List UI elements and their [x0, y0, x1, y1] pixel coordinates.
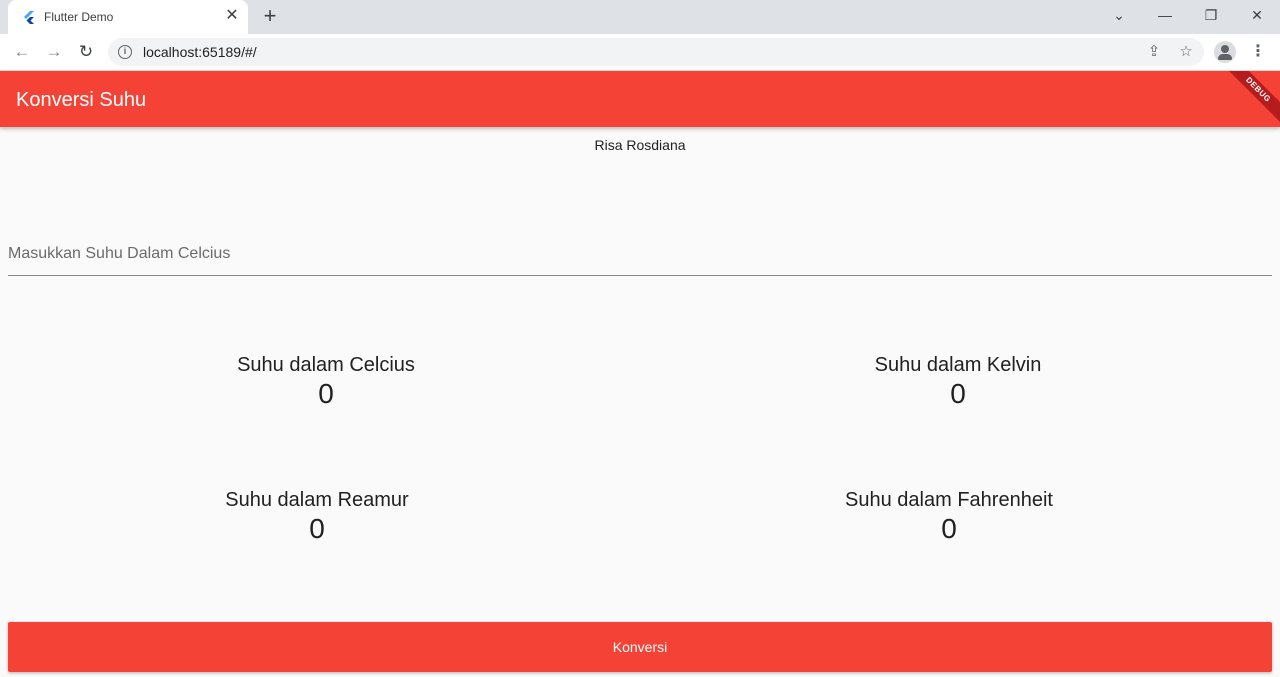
result-kelvin-value: 0: [950, 378, 966, 409]
result-celcius: Suhu dalam Celcius 0: [126, 353, 526, 411]
result-kelvin: Suhu dalam Kelvin 0: [758, 353, 1158, 411]
result-reamur-label: Suhu dalam Reamur: [225, 489, 409, 511]
reload-icon[interactable]: ↻: [74, 40, 98, 64]
result-reamur-value: 0: [309, 513, 325, 544]
close-window-icon[interactable]: ✕: [1234, 0, 1280, 32]
new-tab-icon[interactable]: +: [258, 5, 282, 29]
flutter-icon: [22, 10, 36, 24]
back-icon[interactable]: ←: [10, 40, 34, 64]
result-kelvin-label: Suhu dalam Kelvin: [874, 354, 1042, 376]
tab-search-icon[interactable]: ⌄: [1096, 0, 1142, 32]
url-text[interactable]: localhost:65189/#/: [143, 44, 257, 60]
konversi-button[interactable]: Konversi: [8, 622, 1272, 672]
debug-banner: DEBUG: [1217, 71, 1280, 127]
app-title: Konversi Suhu: [16, 89, 147, 111]
celcius-input-field[interactable]: [8, 236, 1272, 276]
result-fahrenheit-value: 0: [941, 513, 957, 544]
celcius-input[interactable]: [8, 236, 1272, 272]
browser-tab[interactable]: Flutter Demo ✕: [8, 0, 248, 34]
result-celcius-value: 0: [318, 378, 334, 409]
result-celcius-label: Suhu dalam Celcius: [237, 354, 415, 376]
minimize-icon[interactable]: —: [1142, 0, 1188, 32]
tab-close-icon[interactable]: ✕: [222, 6, 242, 26]
browser-toolbar: ← → ↻ i localhost:65189/#/ ⇪ ☆ ⋮: [0, 34, 1280, 71]
share-icon[interactable]: ⇪: [1144, 42, 1164, 62]
author-name: Risa Rosdiana: [594, 137, 686, 153]
result-reamur: Suhu dalam Reamur 0: [117, 488, 517, 546]
forward-icon[interactable]: →: [42, 40, 66, 64]
app-bar: Konversi Suhu DEBUG: [0, 71, 1280, 127]
browser-menu-icon[interactable]: ⋮: [1248, 40, 1268, 64]
tab-title: Flutter Demo: [44, 10, 114, 24]
restore-icon[interactable]: ❐: [1188, 0, 1234, 32]
result-fahrenheit-label: Suhu dalam Fahrenheit: [845, 489, 1053, 511]
bookmark-star-icon[interactable]: ☆: [1176, 42, 1196, 62]
profile-avatar-icon[interactable]: [1214, 41, 1236, 63]
site-info-icon[interactable]: i: [118, 45, 132, 59]
address-bar[interactable]: i localhost:65189/#/ ⇪ ☆: [108, 38, 1204, 66]
result-fahrenheit: Suhu dalam Fahrenheit 0: [749, 488, 1149, 546]
browser-tabstrip: Flutter Demo ✕ + ⌄ — ❐ ✕: [0, 0, 1280, 34]
